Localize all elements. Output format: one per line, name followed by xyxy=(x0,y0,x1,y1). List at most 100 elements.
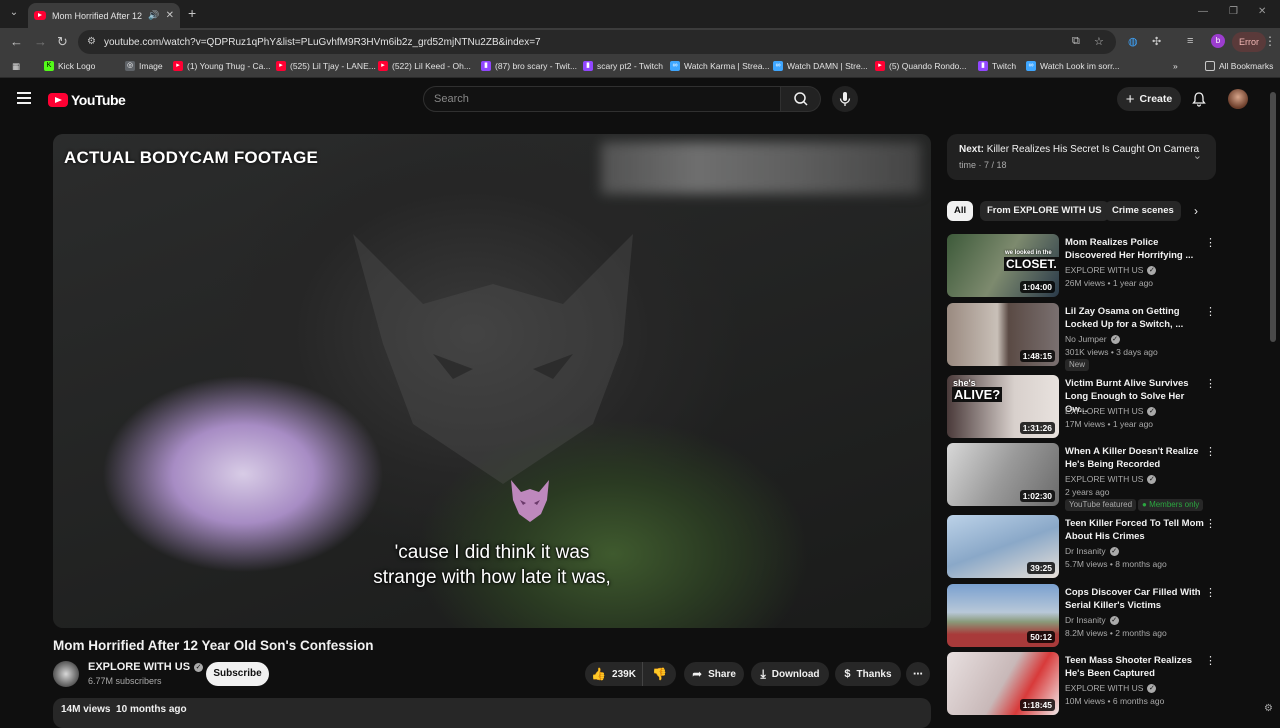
subscribe-button[interactable]: Subscribe xyxy=(206,662,269,686)
description-box[interactable]: 14M views 10 months ago xyxy=(53,698,931,728)
twitch-icon: ▮ xyxy=(481,61,491,71)
channel-avatar[interactable] xyxy=(53,661,79,687)
recommendation-item[interactable]: we looked in the CLOSET. 1:04:00 Mom Rea… xyxy=(947,234,1217,298)
all-bookmarks[interactable]: All Bookmarks xyxy=(1205,61,1273,71)
media-controls-icon[interactable]: ≡ xyxy=(1187,35,1193,47)
profile-avatar[interactable]: b xyxy=(1211,34,1225,48)
settings-gear-icon[interactable]: ⚙ xyxy=(1264,703,1273,714)
chevron-right-icon[interactable]: › xyxy=(1194,204,1198,218)
notifications-bell-icon[interactable] xyxy=(1191,91,1207,112)
thanks-button[interactable]: $ Thanks xyxy=(835,662,901,686)
duration-badge: 1:04:00 xyxy=(1019,281,1055,293)
video-thumbnail[interactable]: 39:25 xyxy=(947,515,1059,578)
voice-search-button[interactable] xyxy=(832,86,858,112)
hamburger-menu-icon[interactable] xyxy=(17,92,31,104)
new-tab-plus-icon[interactable]: + xyxy=(188,5,196,21)
address-bar[interactable]: ⚙ youtube.com/watch?v=QDPRuz1qPhY&list=P… xyxy=(78,30,1116,54)
chevron-down-icon[interactable]: ⌄ xyxy=(1193,149,1202,162)
more-vertical-icon[interactable]: ⋮ xyxy=(1205,517,1216,530)
video-thumbnail[interactable]: 1:18:45 xyxy=(947,652,1059,715)
playlist-panel-header[interactable]: Next: Killer Realizes His Secret Is Caug… xyxy=(947,134,1216,180)
recommendation-item[interactable]: 1:48:15 Lil Zay Osama on Getting Locked … xyxy=(947,303,1217,371)
reload-icon[interactable]: ↻ xyxy=(57,34,68,50)
bookmark-5[interactable]: ▮ (87) bro scary - Twit... xyxy=(481,61,577,71)
bookmark-9[interactable]: ▸ (5) Quando Rondo... xyxy=(875,61,967,71)
speaker-icon[interactable]: 🔊 xyxy=(148,10,159,21)
download-button[interactable]: ⤓ Download xyxy=(751,662,829,686)
search-button[interactable] xyxy=(781,86,821,112)
minimize-icon[interactable]: — xyxy=(1198,6,1208,17)
window-close-icon[interactable]: ✕ xyxy=(1258,6,1266,17)
video-thumbnail[interactable]: 1:02:30 xyxy=(947,443,1059,506)
rec-meta: 2 years ago xyxy=(1065,487,1110,497)
page-scrollbar[interactable] xyxy=(1270,92,1276,342)
stream-icon: ∞ xyxy=(1026,61,1036,71)
bookmark-2[interactable]: ▸ (1) Young Thug - Ca... xyxy=(173,61,270,71)
like-button[interactable]: 👍 239K xyxy=(585,662,642,686)
search-input[interactable]: Search xyxy=(423,86,781,112)
recommendation-item[interactable]: 50:12 Cops Discover Car Filled With Seri… xyxy=(947,584,1217,648)
bookmark-6[interactable]: ▮ scary pt2 - Twitch xyxy=(583,61,663,71)
browser-menu-icon[interactable]: ⋮ xyxy=(1264,34,1276,48)
extensions-puzzle-icon[interactable]: ✣ xyxy=(1152,35,1161,48)
verified-check-icon: ✓ xyxy=(1110,334,1120,344)
bookmarks-overflow-icon[interactable]: » xyxy=(1173,61,1178,71)
more-vertical-icon[interactable]: ⋮ xyxy=(1205,654,1216,667)
bookmark-0[interactable]: K Kick Logo xyxy=(44,61,95,71)
duration-badge: 1:31:26 xyxy=(1019,422,1055,434)
verified-check-icon: ✓ xyxy=(194,662,204,672)
new-badge: New xyxy=(1065,359,1090,371)
recommendation-item[interactable]: 1:02:30 When A Killer Doesn't Realize He… xyxy=(947,443,1217,511)
video-thumbnail[interactable]: 1:48:15 xyxy=(947,303,1059,366)
recommendation-item[interactable]: 1:18:45 Teen Mass Shooter Realizes He's … xyxy=(947,652,1217,716)
cast-icon[interactable]: ⧉ xyxy=(1072,35,1080,48)
extension-waves-icon[interactable]: ◍ xyxy=(1128,35,1138,48)
duration-badge: 1:48:15 xyxy=(1019,350,1055,362)
forward-arrow-icon[interactable]: → xyxy=(34,34,47,49)
caption-line-2: strange with how late it was, xyxy=(373,567,611,588)
site-info-icon[interactable]: ⚙ xyxy=(87,36,96,47)
bookmark-4[interactable]: ▸ (522) Lil Keed - Oh... xyxy=(378,61,471,71)
video-thumbnail[interactable]: we looked in the CLOSET. 1:04:00 xyxy=(947,234,1059,297)
account-avatar[interactable] xyxy=(1228,89,1248,109)
bookmark-star-icon[interactable]: ☆ xyxy=(1094,35,1104,48)
browser-tab-active[interactable]: Mom Horrified After 12 Year 🔊 ✕ xyxy=(28,3,180,28)
more-vertical-icon[interactable]: ⋮ xyxy=(1205,445,1216,458)
chip-all[interactable]: All xyxy=(947,201,974,221)
more-vertical-icon[interactable]: ⋮ xyxy=(1205,305,1216,318)
maximize-icon[interactable]: ❐ xyxy=(1229,6,1238,17)
tab-close-icon[interactable]: ✕ xyxy=(166,10,174,21)
youtube-logo[interactable]: YouTube xyxy=(48,92,126,108)
rec-channel: EXPLORE WITH US ✓ xyxy=(1065,406,1157,416)
bookmark-1[interactable]: ◎ Image xyxy=(125,61,163,71)
rec-channel: Dr Insanity ✓ xyxy=(1065,546,1119,556)
channel-name[interactable]: EXPLORE WITH US ✓ xyxy=(88,661,204,673)
more-actions-button[interactable]: ⋯ xyxy=(906,662,930,686)
video-thumbnail[interactable]: she's ALIVE? 1:31:26 xyxy=(947,375,1059,438)
bookmark-8[interactable]: ∞ Watch DAMN | Stre... xyxy=(773,61,868,71)
more-vertical-icon[interactable]: ⋮ xyxy=(1205,377,1216,390)
video-player[interactable]: ACTUAL BODYCAM FOOTAGE 'cause I did thin… xyxy=(53,134,931,628)
bookmark-10[interactable]: ▮ Twitch xyxy=(978,61,1016,71)
recommendation-item[interactable]: she's ALIVE? 1:31:26 Victim Burnt Alive … xyxy=(947,375,1217,439)
video-thumbnail[interactable]: 50:12 xyxy=(947,584,1059,647)
apps-grid-icon[interactable]: ▦ xyxy=(12,61,20,72)
share-button[interactable]: ➦ Share xyxy=(684,662,744,686)
bookmark-11[interactable]: ∞ Watch Look im sorr... xyxy=(1026,61,1120,71)
error-button[interactable]: Error xyxy=(1232,32,1266,52)
duration-badge: 39:25 xyxy=(1027,562,1055,574)
thumb-caption-small: we looked in the xyxy=(1005,250,1052,256)
more-vertical-icon[interactable]: ⋮ xyxy=(1205,586,1216,599)
bookmark-7[interactable]: ∞ Watch Karma | Strea... xyxy=(670,61,770,71)
create-button[interactable]: + Create xyxy=(1117,87,1181,111)
chip-crime-scenes[interactable]: Crime scenes xyxy=(1105,201,1181,221)
back-arrow-icon[interactable]: ← xyxy=(10,34,23,49)
bookmark-3[interactable]: ▸ (525) Lil Tjay - LANE... xyxy=(276,61,376,71)
more-vertical-icon[interactable]: ⋮ xyxy=(1205,236,1216,249)
thumbs-up-icon: 👍 xyxy=(591,667,607,681)
recommendation-item[interactable]: 39:25 Teen Killer Forced To Tell Mom Abo… xyxy=(947,515,1217,579)
dislike-button[interactable]: 👎 xyxy=(642,662,676,686)
tab-search-dropdown-icon[interactable]: ⌄ xyxy=(6,5,22,21)
twitch-icon: ▮ xyxy=(978,61,988,71)
chip-from-channel[interactable]: From EXPLORE WITH US xyxy=(980,201,1109,221)
